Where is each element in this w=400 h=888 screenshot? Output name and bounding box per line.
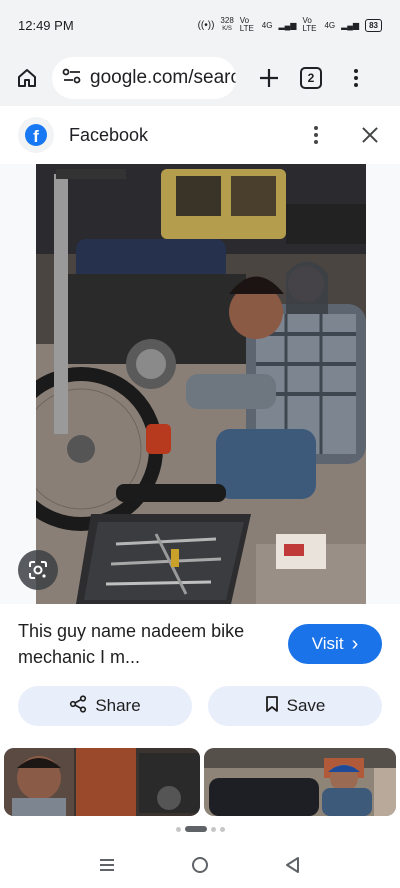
recents-icon[interactable] <box>93 851 121 879</box>
carousel-indicator <box>0 824 400 834</box>
result-title[interactable]: This guy name nadeem bike mechanic I m..… <box>18 618 268 670</box>
back-icon[interactable] <box>279 851 307 879</box>
address-bar[interactable]: google.com/search <box>52 57 236 99</box>
status-time: 12:49 PM <box>18 17 74 33</box>
close-icon[interactable] <box>358 123 382 147</box>
signal-icon: ▂▄▆ <box>278 20 297 30</box>
share-label: Share <box>95 696 141 715</box>
system-nav-bar <box>0 842 400 888</box>
action-buttons: Share Save <box>0 686 400 728</box>
browser-toolbar: google.com/search 2 <box>0 50 400 106</box>
more-vert-icon[interactable] <box>346 61 366 95</box>
network-speed: 328 K/S <box>220 16 234 33</box>
related-image-1[interactable] <box>4 748 200 816</box>
image-preview <box>0 164 400 604</box>
tune-icon[interactable] <box>62 67 82 90</box>
source-more-icon[interactable] <box>306 120 326 150</box>
share-button[interactable]: Share <box>18 686 192 726</box>
home-icon[interactable] <box>10 61 44 95</box>
hotspot-icon: ((•)) <box>197 19 215 31</box>
source-name[interactable]: Facebook <box>69 125 148 146</box>
sim1-label: Vo LTE <box>239 16 254 33</box>
battery-icon: 83 <box>365 18 382 32</box>
status-bar: 12:49 PM ((•)) 328 K/S Vo LTE 4G ▂▄▆ Vo … <box>0 0 400 50</box>
visit-button[interactable]: Visit › <box>288 624 382 664</box>
visit-label: Visit <box>311 634 344 653</box>
source-header: f Facebook <box>0 106 400 164</box>
result-caption-row: This guy name nadeem bike mechanic I m..… <box>0 604 400 684</box>
save-label: Save <box>286 696 326 715</box>
share-icon <box>69 694 87 718</box>
bookmark-icon <box>265 695 279 718</box>
save-button[interactable]: Save <box>208 686 382 726</box>
facebook-logo-icon: f <box>18 117 54 153</box>
google-lens-icon[interactable] <box>18 550 58 590</box>
home-circle-icon[interactable] <box>186 851 214 879</box>
status-icons: ((•)) 328 K/S Vo LTE 4G ▂▄▆ Vo LTE 4G ▂▄… <box>198 17 382 33</box>
signal-icon-2: ▂▄▆ <box>341 20 360 30</box>
plus-icon[interactable] <box>252 61 286 95</box>
chevron-right-icon: › <box>351 632 359 655</box>
related-image-2[interactable] <box>204 748 396 816</box>
sim2-network: 4G <box>324 20 336 30</box>
main-photo[interactable] <box>36 164 366 604</box>
tab-switcher-button[interactable]: 2 <box>300 67 322 89</box>
url-text[interactable]: google.com/search <box>90 67 236 89</box>
sim1-network: 4G <box>261 20 273 30</box>
related-images <box>0 748 400 816</box>
sim2-label: Vo LTE <box>302 16 317 33</box>
